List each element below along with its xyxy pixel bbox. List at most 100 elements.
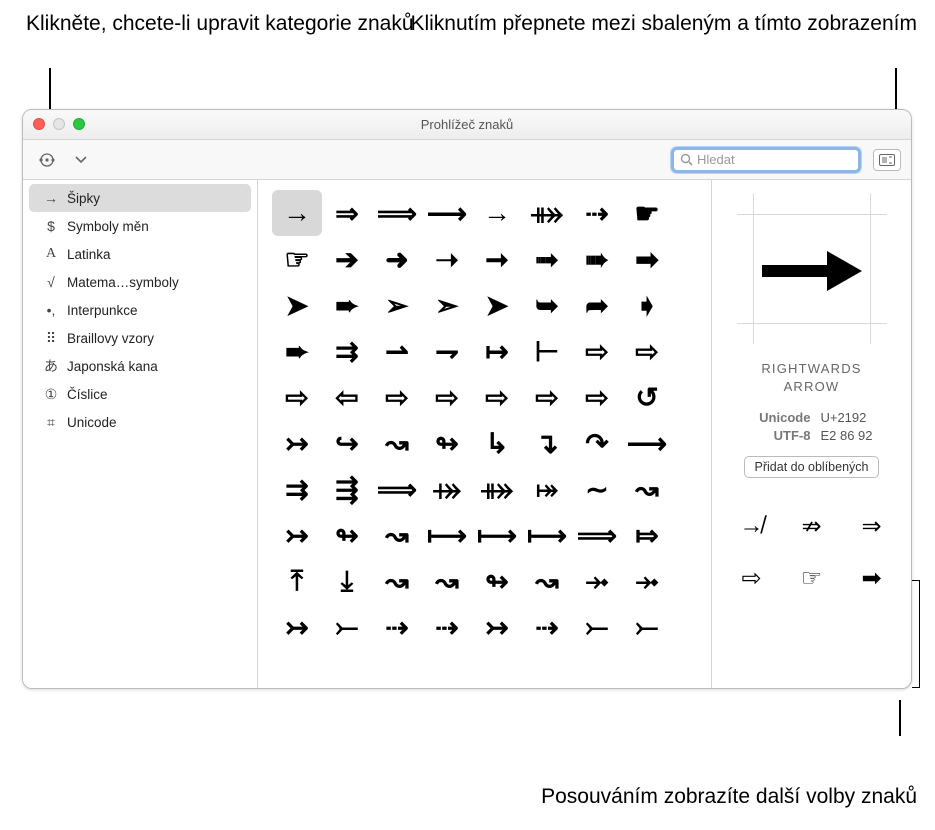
character-cell[interactable]: ⇨ bbox=[522, 374, 572, 420]
character-cell[interactable]: → bbox=[472, 190, 522, 236]
character-cell[interactable]: ➦ bbox=[572, 282, 622, 328]
character-cell[interactable]: ⊢ bbox=[522, 328, 572, 374]
character-cell[interactable]: ↣ bbox=[272, 512, 322, 558]
character-cell[interactable]: ↝ bbox=[522, 558, 572, 604]
character-cell[interactable]: ⇦ bbox=[322, 374, 372, 420]
character-cell[interactable]: ➣ bbox=[422, 282, 472, 328]
character-cell[interactable]: ⤁ bbox=[472, 466, 522, 512]
character-cell[interactable]: ⇢ bbox=[372, 604, 422, 650]
character-cell[interactable]: ➢ bbox=[372, 282, 422, 328]
character-cell[interactable]: ⇉ bbox=[272, 466, 322, 512]
character-cell[interactable]: ⟼ bbox=[472, 512, 522, 558]
character-cell[interactable]: ⟶ bbox=[422, 190, 472, 236]
settings-menu-button[interactable] bbox=[33, 148, 61, 172]
character-cell[interactable]: ⟹ bbox=[372, 466, 422, 512]
character-cell[interactable]: ⤅ bbox=[522, 466, 572, 512]
character-cell[interactable]: → bbox=[272, 190, 322, 236]
dropdown-chevron-icon[interactable] bbox=[67, 148, 95, 172]
variant-glyph[interactable]: ↛ bbox=[724, 502, 780, 550]
character-cell[interactable]: ↬ bbox=[422, 420, 472, 466]
character-cell[interactable]: ↳ bbox=[472, 420, 522, 466]
character-grid-area[interactable]: →⇒⟹⟶→⤁⇢☛☞➔➜➝➞➟➠➡➤➨➢➣➤➥➦➧➨⇉⇀⇁↦⊢⇨⇨⇨⇦⇨⇨⇨⇨⇨↺… bbox=[258, 180, 711, 688]
character-cell[interactable]: ➤ bbox=[472, 282, 522, 328]
character-cell[interactable]: ➥ bbox=[522, 282, 572, 328]
character-cell[interactable]: ↝ bbox=[622, 466, 672, 512]
character-cell[interactable]: ⇀ bbox=[372, 328, 422, 374]
sidebar-item[interactable]: ⌗Unicode bbox=[23, 408, 257, 436]
character-cell[interactable]: ⟹ bbox=[572, 512, 622, 558]
sidebar-item[interactable]: ①Číslice bbox=[23, 380, 257, 408]
character-cell[interactable]: ⟶ bbox=[622, 420, 672, 466]
collapse-toggle-button[interactable] bbox=[873, 149, 901, 171]
character-cell[interactable]: ⤚ bbox=[322, 604, 372, 650]
character-cell[interactable]: ⇢ bbox=[572, 190, 622, 236]
character-cell[interactable]: ↪ bbox=[322, 420, 372, 466]
character-cell[interactable]: ⤚ bbox=[622, 604, 672, 650]
character-cell[interactable]: ⤓ bbox=[322, 558, 372, 604]
character-cell[interactable]: ⤒ bbox=[272, 558, 322, 604]
character-cell[interactable]: ➨ bbox=[322, 282, 372, 328]
character-cell[interactable]: ↝ bbox=[372, 558, 422, 604]
character-cell[interactable]: ⤞ bbox=[622, 558, 672, 604]
font-variants[interactable]: ↛⇏⇒ ⇨☞➡ bbox=[724, 502, 900, 602]
character-cell[interactable]: ➔ bbox=[322, 236, 372, 282]
variant-glyph[interactable]: ➡ bbox=[844, 554, 900, 602]
character-cell[interactable]: ⇨ bbox=[372, 374, 422, 420]
character-cell[interactable]: ⇒ bbox=[322, 190, 372, 236]
character-cell[interactable]: ➝ bbox=[422, 236, 472, 282]
character-cell[interactable]: ↣ bbox=[472, 604, 522, 650]
character-cell[interactable]: ➡ bbox=[622, 236, 672, 282]
character-cell[interactable]: ⇶ bbox=[322, 466, 372, 512]
sidebar-item[interactable]: ALatinka bbox=[23, 240, 257, 268]
character-cell[interactable]: ↣ bbox=[272, 420, 322, 466]
character-cell[interactable]: ↝ bbox=[422, 558, 472, 604]
character-cell[interactable]: ⤀ bbox=[422, 466, 472, 512]
character-cell[interactable]: ⇨ bbox=[572, 328, 622, 374]
character-cell[interactable]: ⟼ bbox=[522, 512, 572, 558]
character-cell[interactable]: ☞ bbox=[272, 236, 322, 282]
add-favorite-button[interactable]: Přidat do oblíbených bbox=[744, 456, 880, 478]
character-cell[interactable]: ⇉ bbox=[322, 328, 372, 374]
character-cell[interactable]: ↝ bbox=[372, 420, 422, 466]
character-cell[interactable]: ⤚ bbox=[572, 604, 622, 650]
close-button[interactable] bbox=[33, 118, 45, 130]
character-cell[interactable]: ➟ bbox=[522, 236, 572, 282]
character-cell[interactable]: ⇨ bbox=[272, 374, 322, 420]
character-cell[interactable]: ➤ bbox=[272, 282, 322, 328]
character-cell[interactable]: ↬ bbox=[322, 512, 372, 558]
character-cell[interactable]: ↣ bbox=[272, 604, 322, 650]
character-cell[interactable]: ➨ bbox=[272, 328, 322, 374]
character-cell[interactable]: ⤇ bbox=[622, 512, 672, 558]
sidebar-item[interactable]: →Šipky bbox=[29, 184, 251, 212]
variant-glyph[interactable]: ⇒ bbox=[844, 502, 900, 550]
character-cell[interactable]: ⇨ bbox=[622, 328, 672, 374]
character-cell[interactable]: ⇢ bbox=[422, 604, 472, 650]
character-cell[interactable]: ☛ bbox=[622, 190, 672, 236]
sidebar-item[interactable]: •,Interpunkce bbox=[23, 296, 257, 324]
character-cell[interactable]: ⇨ bbox=[422, 374, 472, 420]
sidebar-item[interactable]: あJaponská kana bbox=[23, 352, 257, 380]
character-cell[interactable]: ↺ bbox=[622, 374, 672, 420]
character-cell[interactable]: ⟹ bbox=[372, 190, 422, 236]
character-cell[interactable]: ↦ bbox=[472, 328, 522, 374]
variant-glyph[interactable]: ☞ bbox=[784, 554, 840, 602]
character-cell[interactable]: ➠ bbox=[572, 236, 622, 282]
variant-glyph[interactable]: ⇏ bbox=[784, 502, 840, 550]
character-cell[interactable]: ⟼ bbox=[422, 512, 472, 558]
character-cell[interactable]: ⇨ bbox=[572, 374, 622, 420]
character-cell[interactable]: ∼ bbox=[572, 466, 622, 512]
character-cell[interactable]: ↝ bbox=[372, 512, 422, 558]
sidebar-item[interactable]: ⠿Braillovy vzory bbox=[23, 324, 257, 352]
character-cell[interactable]: ↷ bbox=[572, 420, 622, 466]
search-field[interactable] bbox=[671, 147, 861, 173]
search-input[interactable] bbox=[697, 152, 852, 167]
character-cell[interactable]: ⇨ bbox=[472, 374, 522, 420]
character-cell[interactable]: ⇢ bbox=[522, 604, 572, 650]
variant-glyph[interactable]: ⇨ bbox=[724, 554, 780, 602]
character-cell[interactable]: ➧ bbox=[622, 282, 672, 328]
minimize-button[interactable] bbox=[53, 118, 65, 130]
character-cell[interactable]: ↬ bbox=[472, 558, 522, 604]
sidebar-item[interactable]: √Matema…symboly bbox=[23, 268, 257, 296]
character-cell[interactable]: ↴ bbox=[522, 420, 572, 466]
maximize-button[interactable] bbox=[73, 118, 85, 130]
